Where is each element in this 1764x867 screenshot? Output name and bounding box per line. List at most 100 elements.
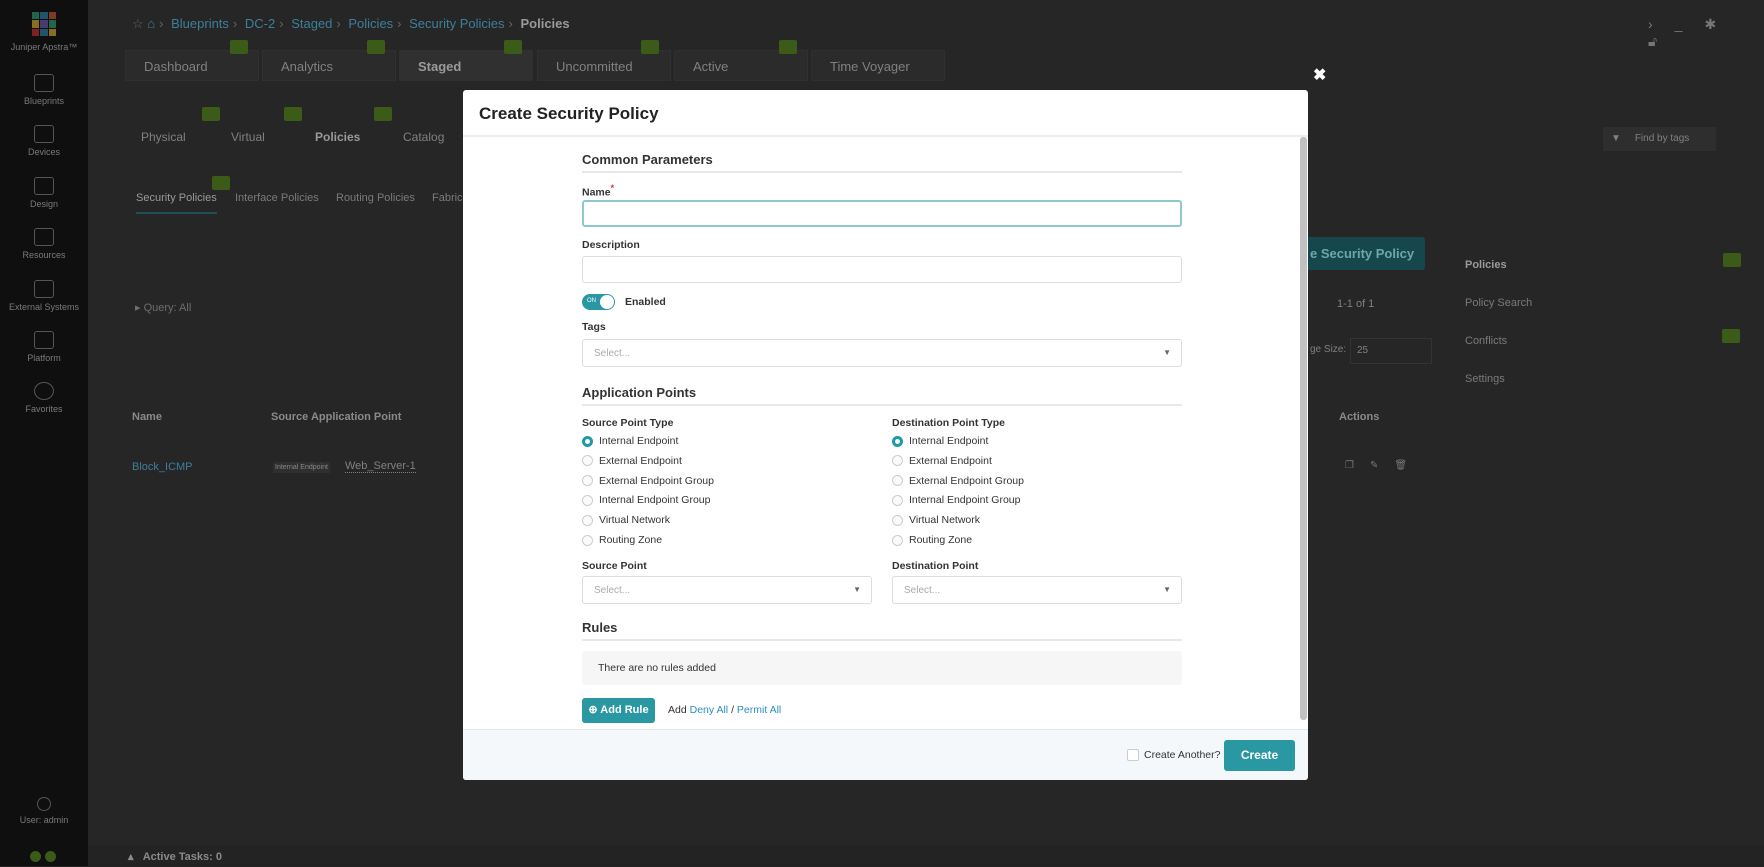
bug-icon[interactable]: ✱ bbox=[1704, 16, 1738, 32]
menu-policy-search[interactable]: Policy Search bbox=[1465, 297, 1532, 309]
create-security-policy-button[interactable]: e Security Policy bbox=[1294, 237, 1425, 270]
subtab-physical[interactable]: Physical bbox=[141, 130, 186, 144]
description-input[interactable] bbox=[582, 256, 1182, 283]
source-point-link[interactable]: Web_Server-1 bbox=[345, 460, 416, 473]
create-another-checkbox[interactable] bbox=[1127, 749, 1139, 761]
destination-radio-internal-endpoint[interactable]: Internal Endpoint bbox=[892, 435, 988, 447]
destination-radio-routing-zone[interactable]: Routing Zone bbox=[892, 534, 972, 546]
source-radio-routing-zone[interactable]: Routing Zone bbox=[582, 534, 662, 546]
tab-dashboard[interactable]: Dashboard bbox=[125, 50, 259, 81]
active-tasks-bar[interactable]: ▴ Active Tasks: 0 bbox=[88, 846, 1764, 866]
destination-radio-external-endpoint[interactable]: External Endpoint bbox=[892, 455, 992, 467]
status-badge bbox=[779, 40, 797, 54]
radio-circle bbox=[582, 514, 593, 526]
subtab-policies[interactable]: Policies bbox=[315, 130, 360, 144]
radio-label: Internal Endpoint Group bbox=[909, 494, 1021, 507]
top-right-tools: ›_✱ 🔓︎ bbox=[1648, 16, 1764, 50]
breadcrumb-blueprints[interactable]: Blueprints bbox=[171, 16, 229, 31]
tab-active[interactable]: Active bbox=[674, 50, 808, 81]
tab-routing-policies[interactable]: Routing Policies bbox=[336, 192, 415, 204]
find-by-tags-button[interactable]: ▼ Find by tags bbox=[1603, 127, 1716, 151]
user-menu[interactable]: User: admin bbox=[0, 797, 88, 825]
sidebar-item-blueprints[interactable]: Blueprints bbox=[0, 74, 88, 106]
tags-label: Tags bbox=[582, 321, 606, 333]
delete-icon[interactable]: 🗑︎ bbox=[1394, 460, 1423, 471]
source-radio-virtual-network[interactable]: Virtual Network bbox=[582, 514, 670, 526]
tab-time-voyager[interactable]: Time Voyager bbox=[811, 50, 945, 81]
caret-down-icon: ▼ bbox=[1163, 585, 1171, 594]
destination-radio-virtual-network[interactable]: Virtual Network bbox=[892, 514, 980, 526]
deny-all-link[interactable]: Deny All bbox=[690, 704, 729, 716]
tab-fabric[interactable]: Fabric bbox=[432, 192, 463, 204]
star-icon[interactable]: ☆ bbox=[132, 16, 144, 31]
tab-analytics[interactable]: Analytics bbox=[262, 50, 396, 81]
status-badge bbox=[367, 40, 385, 54]
page-size-select[interactable]: 25 bbox=[1350, 338, 1432, 364]
breadcrumb-staged[interactable]: Staged bbox=[291, 16, 332, 31]
close-icon[interactable]: ✖ bbox=[1313, 65, 1326, 85]
modal-footer: Create Another? Create bbox=[463, 729, 1308, 780]
breadcrumb-current: Policies bbox=[520, 16, 570, 31]
label: Blueprints bbox=[23, 96, 65, 106]
status-badge bbox=[202, 107, 220, 121]
external-systems-icon bbox=[34, 280, 54, 298]
radio-label: Virtual Network bbox=[599, 514, 670, 527]
breadcrumb-dc2[interactable]: DC-2 bbox=[245, 16, 275, 31]
subtab-virtual[interactable]: Virtual bbox=[231, 130, 265, 144]
sidebar-item-resources[interactable]: Resources bbox=[0, 228, 88, 260]
create-button[interactable]: Create bbox=[1224, 740, 1295, 771]
radio-label: Virtual Network bbox=[909, 514, 980, 527]
section-common-parameters: Common Parameters bbox=[582, 152, 1182, 173]
name-input[interactable] bbox=[582, 200, 1182, 227]
subtab-catalog[interactable]: Catalog bbox=[403, 130, 444, 144]
home-icon[interactable]: ⌂ bbox=[147, 16, 155, 31]
permit-all-link[interactable]: Permit All bbox=[737, 704, 781, 716]
query-toggle[interactable]: ▸ Query: All bbox=[135, 301, 191, 314]
tags-select[interactable]: Select... ▼ bbox=[582, 339, 1182, 367]
source-radio-internal-endpoint-group[interactable]: Internal Endpoint Group bbox=[582, 494, 711, 506]
quick-add-rules: Add Deny All / Permit All bbox=[668, 704, 781, 716]
edit-icon[interactable]: ✎ bbox=[1370, 460, 1394, 471]
source-radio-external-endpoint[interactable]: External Endpoint bbox=[582, 455, 682, 467]
sidebar-item-platform[interactable]: Platform bbox=[0, 331, 88, 363]
sidebar-item-external-systems[interactable]: External Systems bbox=[0, 280, 88, 312]
column-source-application-point[interactable]: Source Application Point bbox=[271, 411, 401, 423]
source-radio-internal-endpoint[interactable]: Internal Endpoint bbox=[582, 435, 678, 447]
clone-icon[interactable]: ❐ bbox=[1345, 460, 1370, 471]
destination-radio-internal-endpoint-group[interactable]: Internal Endpoint Group bbox=[892, 494, 1021, 506]
add-rule-button[interactable]: ⊕ Add Rule bbox=[582, 698, 655, 723]
tab-security-policies[interactable]: Security Policies bbox=[136, 192, 217, 214]
destination-point-select[interactable]: Select... ▼ bbox=[892, 576, 1182, 604]
sidebar-item-design[interactable]: Design bbox=[0, 177, 88, 209]
menu-settings[interactable]: Settings bbox=[1465, 373, 1505, 385]
resources-icon bbox=[34, 228, 54, 246]
scrollbar[interactable] bbox=[1300, 137, 1307, 720]
enabled-toggle[interactable]: ON bbox=[582, 294, 615, 310]
menu-policies[interactable]: Policies bbox=[1465, 259, 1507, 271]
destination-radio-external-endpoint-group[interactable]: External Endpoint Group bbox=[892, 475, 1024, 487]
tab-interface-policies[interactable]: Interface Policies bbox=[235, 192, 319, 204]
row-actions: ❐✎🗑︎ bbox=[1345, 460, 1423, 471]
unlock-icon[interactable]: 🔓︎ bbox=[1648, 33, 1679, 49]
policy-link[interactable]: Block_ICMP bbox=[132, 461, 193, 473]
radio-circle bbox=[892, 514, 903, 526]
create-another-label[interactable]: Create Another? bbox=[1144, 749, 1220, 761]
sidebar-item-favorites[interactable]: Favorites bbox=[0, 382, 88, 414]
sidebar-item-devices[interactable]: Devices bbox=[0, 125, 88, 157]
required-mark: * bbox=[610, 183, 615, 193]
status-badge bbox=[1722, 329, 1740, 343]
terminal-icon[interactable]: ›_ bbox=[1648, 16, 1704, 32]
breadcrumb: ☆ ⌂ › Blueprints › DC-2 › Staged › Policies ›… bbox=[132, 16, 570, 31]
menu-conflicts[interactable]: Conflicts bbox=[1465, 335, 1507, 347]
label: Favorites bbox=[25, 404, 63, 414]
breadcrumb-security-policies[interactable]: Security Policies bbox=[409, 16, 504, 31]
source-point-select[interactable]: Select... ▼ bbox=[582, 576, 872, 604]
tab-staged[interactable]: Staged bbox=[399, 50, 533, 81]
column-name[interactable]: Name bbox=[132, 411, 162, 423]
source-radio-external-endpoint-group[interactable]: External Endpoint Group bbox=[582, 475, 714, 487]
tab-uncommitted[interactable]: Uncommitted bbox=[537, 50, 671, 81]
toggle-state: ON bbox=[587, 298, 596, 304]
blueprints-icon bbox=[34, 74, 54, 92]
breadcrumb-policies[interactable]: Policies bbox=[348, 16, 393, 31]
radio-circle bbox=[892, 435, 903, 447]
